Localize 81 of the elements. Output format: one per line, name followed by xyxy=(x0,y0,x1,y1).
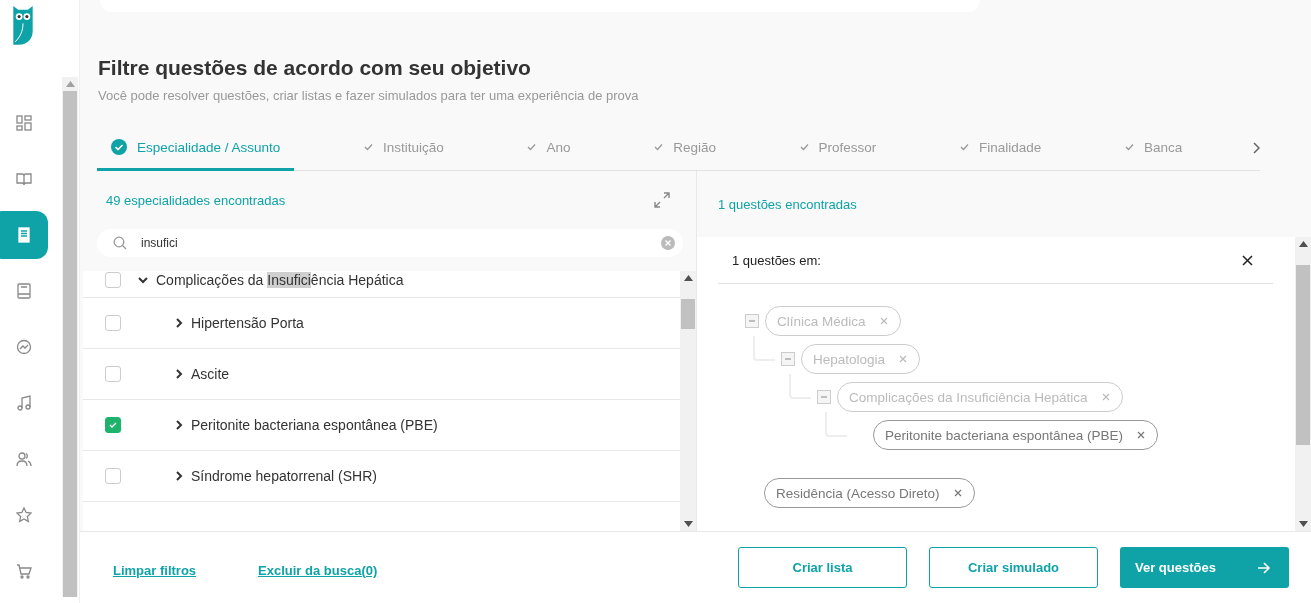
scrollbar-thumb[interactable] xyxy=(1296,265,1310,445)
check-icon xyxy=(109,421,117,429)
check-icon xyxy=(960,143,970,151)
view-questions-button[interactable]: Ver questões xyxy=(1120,547,1289,588)
connector-line xyxy=(789,374,811,399)
chevron-right-icon[interactable] xyxy=(175,318,183,328)
scroll-up-icon[interactable] xyxy=(683,275,693,281)
check-circle-icon xyxy=(111,139,127,155)
check-icon xyxy=(654,143,664,151)
scroll-down-icon[interactable] xyxy=(1298,521,1308,527)
filter-chip[interactable]: Complicações da Insuficiência Hepática xyxy=(837,382,1123,412)
filter-tab[interactable]: Região xyxy=(640,126,730,171)
connector-line xyxy=(753,336,775,361)
check-icon xyxy=(527,143,537,151)
document-icon xyxy=(16,226,32,243)
remove-icon[interactable] xyxy=(899,355,908,363)
scrollbar-thumb[interactable] xyxy=(63,91,77,597)
scrollbar-thumb[interactable] xyxy=(681,299,695,329)
check-icon xyxy=(1125,143,1134,151)
check-icon xyxy=(364,143,373,151)
filter-tab[interactable]: Banca xyxy=(1111,126,1197,171)
filter-chip[interactable]: Peritonite bacteriana espontânea (PBE) xyxy=(873,420,1158,450)
cart-icon xyxy=(16,563,32,580)
collapse-icon[interactable] xyxy=(817,390,831,404)
connector-line xyxy=(825,412,847,437)
collapse-icon[interactable] xyxy=(745,314,759,328)
filter-tab[interactable]: Ano xyxy=(513,126,585,171)
chevron-right-icon[interactable] xyxy=(175,420,183,430)
book-icon xyxy=(16,170,32,187)
scroll-down-icon[interactable] xyxy=(683,521,693,527)
specialty-label[interactable]: Complicações da Insuficiência Hepática xyxy=(156,272,404,288)
arrow-right-icon xyxy=(1257,561,1271,574)
clear-icon[interactable] xyxy=(661,236,675,250)
search-icon xyxy=(113,236,127,250)
checkbox[interactable] xyxy=(105,468,121,484)
check-icon xyxy=(799,143,809,151)
chevron-right-icon[interactable] xyxy=(175,471,183,481)
page-title: Filtre questões de acordo com seu objetivo xyxy=(98,56,532,80)
checkbox[interactable] xyxy=(105,272,121,288)
remove-icon[interactable] xyxy=(1136,431,1145,439)
specialty-label[interactable]: Ascite xyxy=(191,366,230,382)
specialty-label[interactable]: Hipertensão Porta xyxy=(191,315,304,331)
nav-item[interactable] xyxy=(0,210,48,260)
close-icon[interactable] xyxy=(1242,254,1253,266)
chart-icon xyxy=(16,339,32,356)
star-icon xyxy=(16,507,32,524)
specialty-label[interactable]: Peritonite bacteriana espontânea (PBE) xyxy=(191,417,438,433)
page-subtitle: Você pode resolver questões, criar listas e fazer simulados para ter uma experiência de prova xyxy=(98,88,640,103)
search-field[interactable]: insufici xyxy=(97,229,683,257)
expand-icon[interactable] xyxy=(654,192,670,208)
specialties-count: 49 especialidades encontradas xyxy=(106,192,286,208)
filter-chip[interactable]: Clínica Médica xyxy=(765,306,901,336)
filter-tab[interactable]: Finalidade xyxy=(946,126,1056,171)
remove-icon[interactable] xyxy=(879,317,888,325)
users-icon xyxy=(16,451,32,468)
action-button[interactable]: Criar simulado xyxy=(929,547,1098,588)
footer-link[interactable]: Excluir da busca(0) xyxy=(258,563,378,578)
owl-logo[interactable] xyxy=(11,4,35,47)
specialty-label[interactable]: Síndrome hepatorrenal (SHR) xyxy=(191,468,377,484)
remove-icon[interactable] xyxy=(1101,393,1110,401)
checkbox[interactable] xyxy=(105,417,121,433)
filter-tab[interactable]: Instituição xyxy=(350,126,458,171)
panel-title: 1 questões em: xyxy=(732,252,821,268)
filter-tab[interactable]: Professor xyxy=(785,126,891,171)
questions-count: 1 questões encontradas xyxy=(718,196,857,212)
action-button[interactable]: Criar lista xyxy=(738,547,907,588)
notebook-icon xyxy=(16,283,32,299)
checkbox[interactable] xyxy=(105,366,121,382)
checkbox[interactable] xyxy=(105,315,121,331)
grid-icon xyxy=(16,114,32,131)
remove-icon[interactable] xyxy=(953,489,962,497)
filter-tab[interactable]: Especialidade / Assunto xyxy=(97,126,295,171)
chevron-right-icon[interactable] xyxy=(1251,142,1260,154)
filter-chip[interactable]: Residência (Acesso Direto) xyxy=(764,478,975,508)
music-icon xyxy=(16,395,32,412)
footer-link[interactable]: Limpar filtros xyxy=(113,563,197,578)
chevron-down-icon[interactable] xyxy=(138,276,148,284)
chevron-right-icon[interactable] xyxy=(175,369,183,379)
scroll-up-icon[interactable] xyxy=(1298,241,1308,247)
collapse-icon[interactable] xyxy=(781,352,795,366)
filter-chip[interactable]: Hepatologia xyxy=(801,344,921,374)
